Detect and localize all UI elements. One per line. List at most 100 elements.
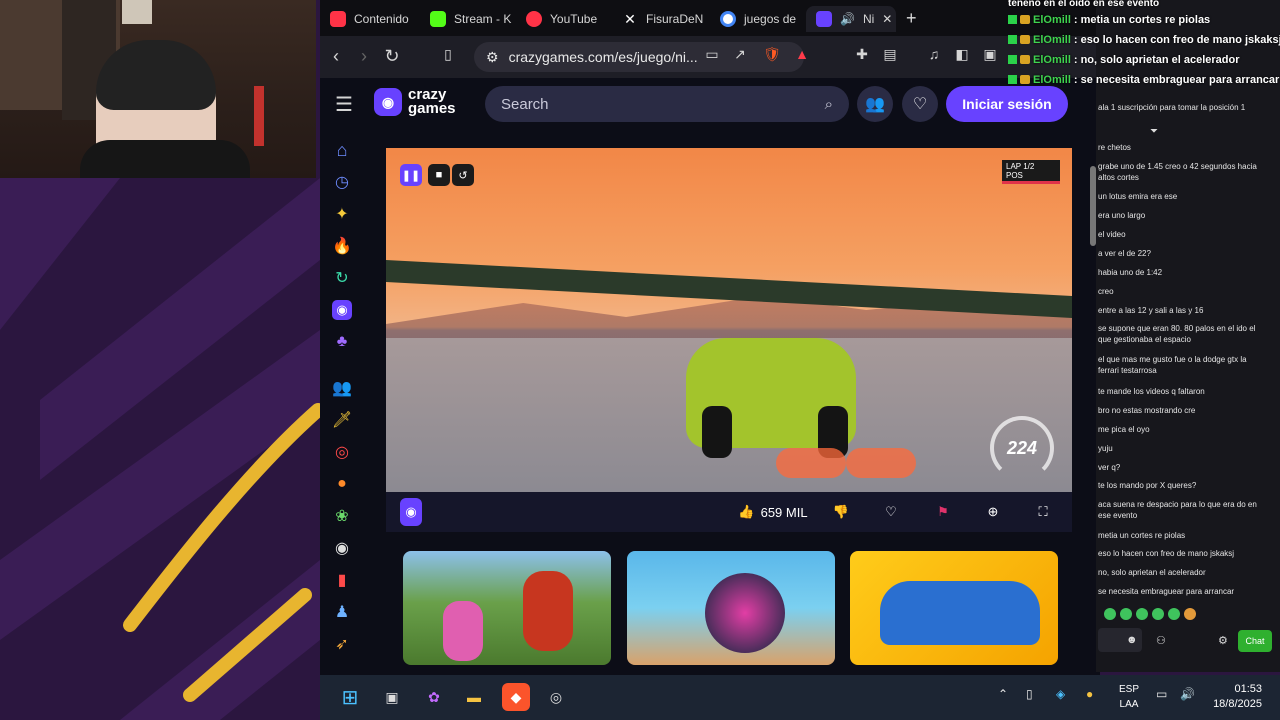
subscriber-badge-icon [1008,55,1017,64]
dislike-button[interactable]: 👎 [826,498,856,526]
tab-stream[interactable]: Stream - K [420,6,514,32]
task-view-icon[interactable]: ▣ [378,683,406,711]
embed-button[interactable]: ⊕ [978,498,1008,526]
favorite-button[interactable]: ♡ [876,498,906,526]
emoji-icon[interactable]: ☻ [1126,634,1138,646]
tab-contenido[interactable]: Contenido [320,6,418,32]
beauty-icon[interactable]: ❀ [332,506,352,526]
reload-button[interactable]: ↻ [380,46,404,67]
mic-icon[interactable]: ● [1086,687,1093,701]
file-explorer-icon[interactable]: ▬ [460,683,488,711]
search-input[interactable]: Search ⌕ [485,86,849,122]
friends-button[interactable]: 👥 [857,86,893,122]
casual-icon[interactable]: ♟ [332,602,352,622]
emote-icon[interactable] [1136,608,1148,620]
chat-send-button[interactable]: Chat [1238,630,1272,652]
two-player-icon[interactable]: 👥 [332,378,352,398]
crazygames-logo[interactable]: ◉ crazy games [374,87,456,116]
wallet-icon[interactable]: ▣ [978,46,1002,63]
reset-button[interactable]: ↺ [452,164,474,186]
system-clock[interactable]: 01:53 18/8/2025 [1208,682,1262,712]
site-header: ☰ ◉ crazy games Search ⌕ 👥 ♡ Iniciar sesi… [320,78,1090,130]
chat-message: eso lo hacen con freo de mano jskaksj [1098,549,1235,558]
tray-overflow-icon[interactable]: ⌃ [998,687,1008,701]
tab-fisurade[interactable]: ✕ FisuraDeN [612,6,708,32]
game-thumbnail-car[interactable] [850,551,1058,665]
thumbs-down-icon: 👎 [832,504,850,519]
emote-icon[interactable] [1168,608,1180,620]
reading-list-icon[interactable]: ▤ [878,46,902,63]
brave-shield-icon[interactable]: 🛡 [760,46,784,63]
action-icon[interactable]: 🗡 [332,410,352,430]
defender-icon[interactable]: ◈ [1056,687,1065,701]
emote-icon[interactable] [1184,608,1196,620]
sidebar-icon[interactable]: ◧ [950,46,974,63]
forward-button[interactable]: › [352,46,376,67]
trending-icon[interactable]: 🔥 [332,236,352,256]
media-icon[interactable]: ♫ [922,46,946,62]
adventure-icon[interactable]: ◎ [332,442,352,462]
points-icon[interactable]: ⚇ [1156,634,1166,647]
favorites-button[interactable]: ♡ [902,86,938,122]
address-bar[interactable]: ⚙ crazygames.com/es/juego/ni... [474,42,804,72]
chat-pinned: ala 1 suscripción para tomar la posición… [1098,103,1246,112]
like-button[interactable]: 👍 659 MIL [732,498,814,526]
emote-icon[interactable] [1120,608,1132,620]
crazygames-icon [816,11,832,27]
game-thumbnail-bike[interactable] [403,551,611,665]
updated-icon[interactable]: ↻ [332,268,352,288]
network-icon[interactable]: ▭ [1156,687,1167,701]
clicker-icon[interactable]: ➶ [332,634,352,654]
emote-icon[interactable] [1152,608,1164,620]
scroll-down-icon[interactable]: ⏷ [1150,126,1158,137]
bookmark-icon[interactable]: ▯ [436,46,460,63]
extensions-icon[interactable]: ✚ [850,46,874,63]
basketball-icon[interactable]: ● [332,474,352,494]
tab-active-game[interactable]: 🔊 Ni ✕ [806,6,896,32]
billiards-icon[interactable]: ◉ [332,538,352,558]
camera-button[interactable]: ■ [428,164,450,186]
tab-youtube[interactable]: YouTube [516,6,604,32]
game-thumbnail-ball[interactable] [627,551,835,665]
home-icon[interactable]: ⌂ [332,140,352,160]
chat-message: el que mas me gusto fue o la dodge gtx l… [1098,355,1247,375]
share-icon[interactable]: ↗ [728,46,752,63]
obs-icon[interactable]: ◎ [542,683,570,711]
game-canvas[interactable]: ❚❚ ■ ↺ LAP 1/2 POS 224 [386,148,1072,492]
chat-message: un lotus emira era ese [1098,192,1178,201]
emote-icon[interactable] [1104,608,1116,620]
usb-icon[interactable]: ▯ [1026,687,1033,701]
emote-bar [1104,608,1196,620]
card-icon[interactable]: ▮ [332,570,352,590]
language-indicator[interactable]: ESP LAA [1116,682,1142,712]
close-tab-icon[interactable]: ✕ [882,12,892,26]
tab-juegos[interactable]: juegos de [710,6,802,32]
copilot-icon[interactable]: ✿ [420,683,448,711]
originals-icon[interactable]: ◉ [332,300,352,320]
settings-icon[interactable]: ⚙ [1218,634,1228,647]
crown-badge-icon [1020,55,1030,64]
chat-message: a ver el de 22? [1098,249,1151,258]
multiplayer-icon[interactable]: ♣ [332,332,352,352]
chat-popup-line: ElOmill: metia un cortes re piolas [1008,11,1210,28]
subscriber-badge-icon [1008,75,1017,84]
menu-icon[interactable]: ☰ [332,92,356,117]
volume-icon[interactable]: 🔊 [1180,687,1195,701]
chat-message: habia uno de 1:42 [1098,268,1163,277]
report-button[interactable]: ⚑ [928,498,958,526]
brave-rewards-icon[interactable]: ▲ [790,46,814,62]
fullscreen-button[interactable]: ⛶ [1028,498,1058,526]
back-button[interactable]: ‹ [324,46,348,67]
brave-browser-icon[interactable]: ◆ [502,683,530,711]
site-settings-icon[interactable]: ⚙ [486,49,499,66]
start-button[interactable]: ⊞ [336,683,364,711]
game-logo-icon[interactable]: ◉ [400,498,422,526]
new-tab-button[interactable]: + [906,8,917,29]
flag-icon: ⚑ [937,504,949,519]
recent-icon[interactable]: ◷ [332,172,352,192]
new-icon[interactable]: ✦ [332,204,352,224]
cast-icon[interactable]: ▭ [700,46,724,63]
pause-button[interactable]: ❚❚ [400,164,422,186]
search-icon[interactable]: ⌕ [825,96,833,113]
chat-message: aca suena re despacio para lo que era do… [1098,500,1257,520]
